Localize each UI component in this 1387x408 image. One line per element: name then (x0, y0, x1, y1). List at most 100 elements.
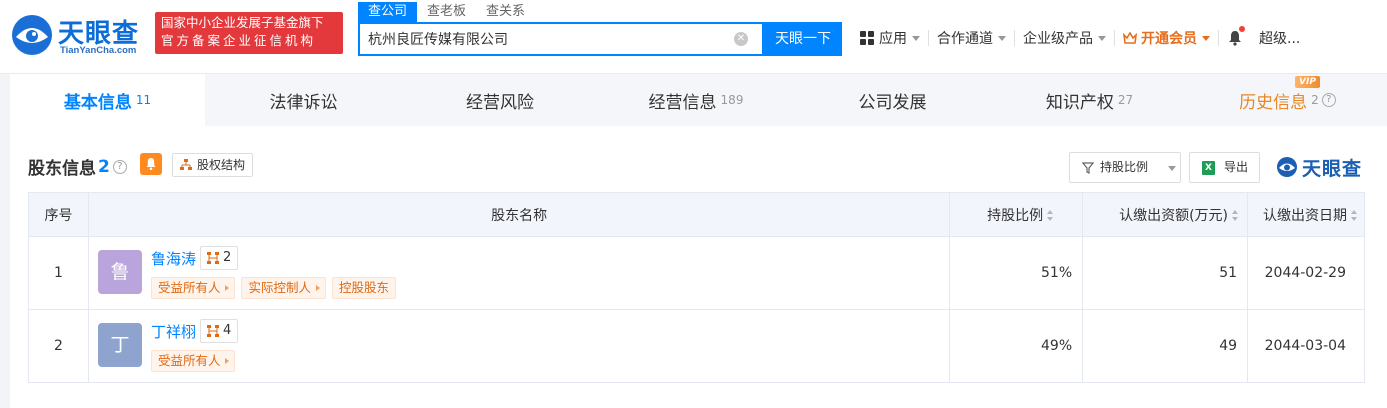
chevron-down-icon (1167, 166, 1176, 171)
equity-structure-label: 股权结构 (197, 158, 246, 172)
table-header-row: 序号 股东名称 持股比例 认缴出资额(万元) 认缴出资日期 (28, 192, 1365, 237)
section-title-text: 股东信息 (28, 159, 96, 179)
tab-business[interactable]: 经营信息 189 (598, 74, 794, 126)
bell-icon (1229, 31, 1241, 46)
shareholder-panel: 股东信息 2 ? 股权结构 持股比例 X 导出 天眼查 序号 股东名称 持股比例… (10, 126, 1387, 408)
brand-text: 天眼查 (1302, 157, 1363, 180)
tab-ip[interactable]: 知识产权 27 (991, 74, 1188, 126)
tianyancha-logo[interactable]: 天眼查 TianYanCha.com (10, 9, 148, 59)
company-tabs: 基本信息 11 法律诉讼 经营风险 经营信息 189 公司发展 知识产权 27 … (10, 74, 1387, 126)
top-nav: 应用 合作通道 企业级产品 开通会员 超级... (852, 20, 1308, 56)
tab-label: 经营风险 (466, 92, 534, 113)
related-count: 2 (222, 250, 232, 265)
tab-legal[interactable]: 法律诉讼 (205, 74, 402, 126)
row-ratio: 51% (949, 236, 1084, 310)
clear-icon[interactable]: ✕ (734, 32, 748, 46)
tab-development[interactable]: 公司发展 (794, 74, 991, 126)
header-name-label: 股东名称 (491, 207, 548, 224)
logo-eye-icon (12, 15, 52, 55)
nav-channel[interactable]: 合作通道 (929, 28, 1014, 48)
row-amount: 51 (1082, 236, 1249, 310)
row-index: 2 (28, 309, 89, 383)
tab-label: 公司发展 (858, 92, 927, 113)
monitor-bell-button[interactable] (140, 153, 162, 175)
tag-beneficial-owner[interactable]: 受益所有人 (150, 277, 236, 299)
search-tab-company[interactable]: 查公司 (358, 2, 418, 22)
nav-enterprise[interactable]: 企业级产品 (1015, 28, 1114, 48)
shareholder-table: 序号 股东名称 持股比例 认缴出资额(万元) 认缴出资日期 1 鲁 鲁海涛 2 … (28, 192, 1365, 383)
crown-icon (1123, 32, 1137, 44)
chevron-down-icon (1202, 35, 1210, 41)
tab-label: 历史信息 (1239, 92, 1308, 113)
header-amount[interactable]: 认缴出资额(万元) (1082, 192, 1249, 237)
nav-enterprise-label: 企业级产品 (1023, 31, 1093, 47)
tag-controlling-shareholder: 控股股东 (331, 277, 396, 299)
tab-label: 知识产权 (1045, 92, 1114, 113)
nav-vip-label: 开通会员 (1141, 31, 1197, 47)
top-header: 天眼查 TianYanCha.com 国家中小企业发展子基金旗下 官方备案企业征… (0, 0, 1387, 74)
header-amount-label: 认缴出资额(万元) (1119, 207, 1229, 224)
ratio-filter-label: 持股比例 (1100, 160, 1149, 174)
ratio-filter-button[interactable]: 持股比例 (1069, 152, 1181, 183)
holder-tags: 受益所有人 实际控制人 控股股东 (150, 277, 396, 299)
sort-icon[interactable] (1047, 210, 1054, 221)
search-input[interactable] (360, 24, 730, 54)
export-button[interactable]: X 导出 (1189, 152, 1260, 183)
tag-actual-controller[interactable]: 实际控制人 (241, 277, 326, 299)
tab-count: 189 (720, 93, 744, 107)
logo-domain: TianYanCha.com (60, 45, 137, 56)
nav-notifications[interactable] (1219, 26, 1251, 46)
row-ratio: 49% (949, 309, 1084, 383)
org-chart-icon (206, 252, 219, 264)
slogan-banner: 国家中小企业发展子基金旗下 官方备案企业征信机构 (155, 12, 343, 54)
tag-beneficial-owner[interactable]: 受益所有人 (150, 350, 236, 372)
search-box: ✕ (358, 22, 764, 56)
holder-tags: 受益所有人 (150, 350, 236, 372)
search-type-tabs: 查公司 查老板 查关系 (358, 2, 535, 22)
row-holder: 鲁 鲁海涛 2 受益所有人 实际控制人 控股股东 (87, 236, 951, 310)
help-icon[interactable]: ? (112, 159, 127, 174)
tab-count: 11 (135, 93, 152, 107)
slogan-line-1: 国家中小企业发展子基金旗下 (161, 15, 324, 30)
nav-channel-label: 合作通道 (937, 31, 993, 47)
tab-count: 27 (1117, 93, 1134, 107)
header-ratio-label: 持股比例 (987, 207, 1044, 224)
chevron-down-icon (998, 35, 1006, 41)
row-amount: 49 (1082, 309, 1249, 383)
header-date[interactable]: 认缴出资日期 (1247, 192, 1365, 237)
equity-structure-button[interactable]: 股权结构 (172, 153, 254, 177)
section-title: 股东信息 2 ? (28, 154, 127, 179)
sort-icon[interactable] (1351, 210, 1358, 221)
help-icon[interactable]: ? (1321, 93, 1336, 107)
nav-app-label: 应用 (879, 31, 907, 47)
tab-basic-info[interactable]: 基本信息 11 (10, 74, 205, 126)
nav-user[interactable]: 超级... (1251, 28, 1308, 48)
nav-vip[interactable]: 开通会员 (1115, 28, 1218, 48)
search-tab-boss[interactable]: 查老板 (417, 2, 476, 22)
export-label: 导出 (1224, 160, 1249, 174)
section-count: 2 (98, 156, 110, 177)
nav-app[interactable]: 应用 (852, 28, 928, 48)
holder-name-link[interactable]: 丁祥栩 (151, 321, 196, 342)
header-date-label: 认缴出资日期 (1263, 207, 1347, 224)
search-button[interactable]: 天眼一下 (764, 22, 842, 56)
header-ratio[interactable]: 持股比例 (949, 192, 1084, 237)
tab-risk[interactable]: 经营风险 (402, 74, 598, 126)
chevron-down-icon (1098, 35, 1106, 41)
row-date: 2044-02-29 (1247, 236, 1365, 310)
holder-name-link[interactable]: 鲁海涛 (151, 248, 196, 269)
search-tab-relation[interactable]: 查关系 (476, 2, 535, 22)
avatar: 丁 (97, 323, 142, 367)
row-index: 1 (28, 236, 89, 310)
related-count-button[interactable]: 2 (199, 246, 239, 270)
sort-icon[interactable] (1232, 210, 1239, 221)
org-chart-icon (206, 325, 219, 337)
tab-history[interactable]: 历史信息 2 ? (1188, 74, 1387, 126)
header-index: 序号 (28, 192, 89, 237)
vip-badge: VIP (1295, 76, 1320, 88)
chevron-down-icon (912, 35, 920, 41)
tab-label: 基本信息 (63, 92, 132, 113)
header-index-label: 序号 (44, 207, 73, 224)
related-count-button[interactable]: 4 (199, 319, 239, 343)
filter-icon (1082, 162, 1094, 174)
